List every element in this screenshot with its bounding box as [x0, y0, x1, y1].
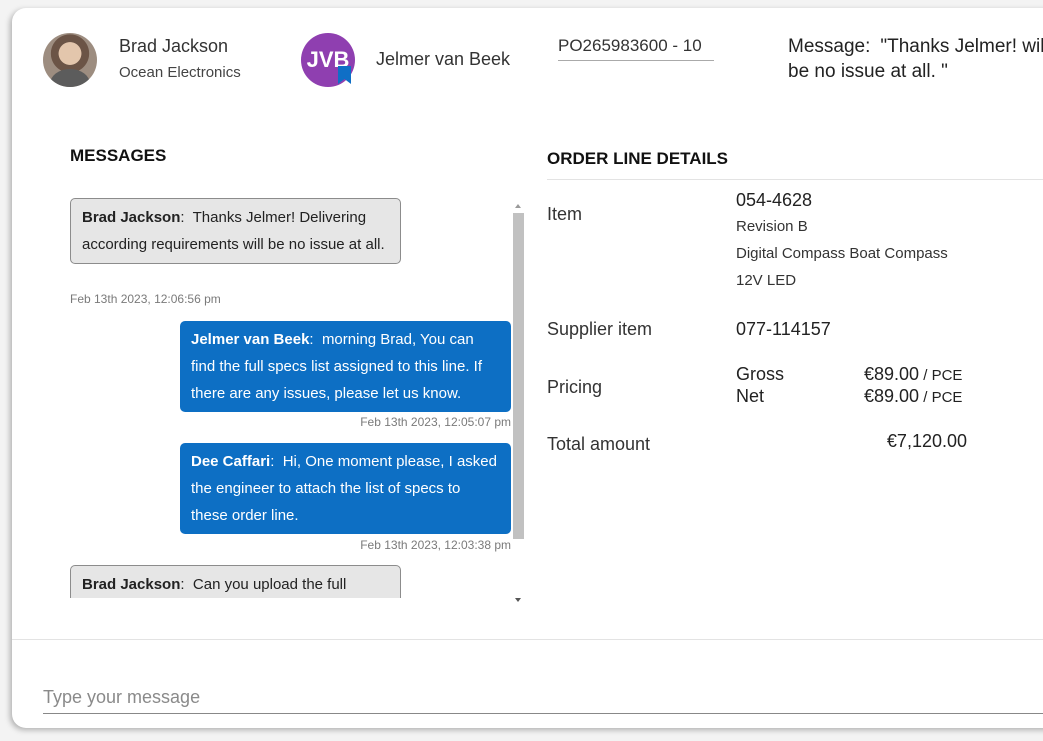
- net-label: Net: [736, 386, 765, 406]
- divider: [12, 639, 1043, 640]
- net-price: €89.00 / PCE: [864, 385, 962, 409]
- contact-avatar[interactable]: [43, 33, 97, 87]
- gross-price: €89.00 / PCE: [864, 363, 962, 387]
- message-author: Dee Caffari: [191, 453, 271, 470]
- message-separator: :: [309, 331, 314, 348]
- header-message: Message: "Thanks Jelmer! will be no issue…: [788, 34, 1043, 84]
- message-scrollbar[interactable]: [512, 200, 525, 604]
- total-amount-label: Total amount: [547, 434, 651, 454]
- gross-label: Gross: [736, 364, 785, 384]
- supplier-item-label: Supplier item: [547, 319, 653, 339]
- contact-name: Brad Jackson: [119, 36, 229, 56]
- order-details-title: ORDER LINE DETAILS: [547, 149, 729, 168]
- price-unit: / PCE: [919, 389, 963, 406]
- item-label: Item: [547, 204, 583, 224]
- message-bubble: Brad Jackson: Can you upload the full: [70, 565, 401, 598]
- message-label: Message:: [788, 36, 871, 57]
- price-unit: / PCE: [919, 367, 963, 384]
- total-amount: €7,120.00: [886, 431, 967, 451]
- message-author: Brad Jackson: [82, 209, 181, 226]
- message-timestamp: Feb 13th 2023, 12:03:38 pm: [360, 538, 511, 552]
- message-input[interactable]: [43, 681, 1043, 714]
- gross-price-value: €89.00: [864, 364, 920, 384]
- item-number: 054-4628: [736, 190, 813, 210]
- message-author: Brad Jackson: [82, 576, 181, 593]
- message-bubble: Brad Jackson: Thanks Jelmer! Delivering …: [70, 198, 401, 264]
- message-timestamp: Feb 13th 2023, 12:06:56 pm: [70, 292, 221, 306]
- supplier-item: 077-114157: [736, 319, 831, 339]
- buyer-name: Jelmer van Beek: [376, 49, 511, 69]
- divider: [547, 179, 1043, 180]
- message-separator: :: [270, 453, 275, 470]
- message-separator: :: [180, 209, 185, 226]
- scroll-thumb[interactable]: [513, 213, 524, 539]
- pricing-label: Pricing: [547, 377, 603, 397]
- message-text: Can you upload the full: [192, 576, 347, 593]
- message-author: Jelmer van Beek: [191, 331, 310, 348]
- message-bubble: Dee Caffari: Hi, One moment please, I as…: [180, 443, 511, 534]
- scroll-down-arrow-icon[interactable]: [515, 598, 521, 602]
- message-timestamp: Feb 13th 2023, 12:05:07 pm: [360, 415, 511, 429]
- message-separator: :: [180, 576, 185, 593]
- item-description-2: 12V LED: [736, 272, 797, 289]
- chat-card: Brad Jackson Ocean Electronics JVB Jelme…: [12, 8, 1043, 728]
- contact-company: Ocean Electronics: [119, 64, 241, 81]
- message-bubble: Jelmer van Beek: morning Brad, You can f…: [180, 321, 511, 412]
- item-revision: Revision B: [736, 218, 808, 235]
- po-number-link[interactable]: PO265983600 - 10: [558, 36, 714, 61]
- avatar-shirt: [50, 69, 90, 87]
- messages-title: MESSAGES: [70, 146, 167, 165]
- item-description: Digital Compass Boat Compass: [736, 245, 948, 262]
- scroll-up-arrow-icon[interactable]: [515, 204, 521, 208]
- message-list[interactable]: Brad Jackson: Thanks Jelmer! Delivering …: [68, 196, 512, 598]
- net-price-value: €89.00: [864, 386, 920, 406]
